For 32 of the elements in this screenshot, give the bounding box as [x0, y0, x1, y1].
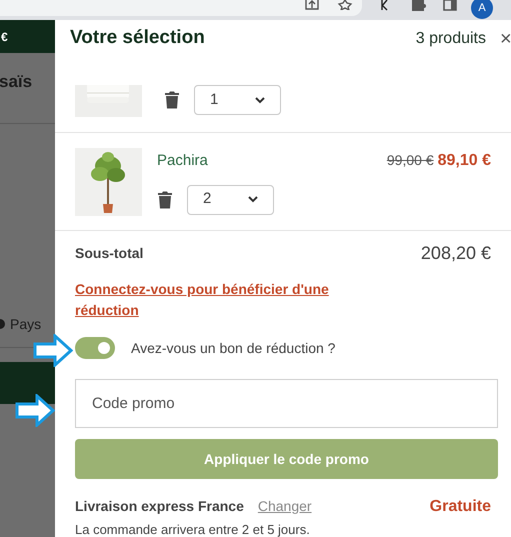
country-text: Pays — [10, 314, 42, 334]
profile-avatar[interactable]: A — [471, 0, 493, 19]
login-link[interactable]: Connectez-vous pour bénéficier d'une réduction — [75, 279, 375, 321]
share-icon[interactable] — [304, 0, 320, 10]
shipping-label: Livraison express France — [75, 497, 244, 516]
chevron-down-icon — [248, 196, 258, 203]
trash-icon[interactable] — [157, 190, 173, 208]
side-panel-icon[interactable] — [443, 0, 457, 11]
quantity-value: 2 — [203, 189, 212, 210]
chevron-down-icon — [255, 96, 265, 104]
old-price: 99,00 € — [386, 151, 434, 170]
quantity-value: 1 — [210, 90, 218, 110]
sale-price: 89,10 € — [438, 151, 491, 171]
puzzle-icon[interactable] — [411, 0, 426, 11]
cart-title: Votre sélection — [70, 26, 205, 50]
quantity-select[interactable]: 2 — [187, 184, 274, 214]
subtotal-label: Sous-total — [75, 244, 144, 263]
voucher-toggle[interactable] — [75, 337, 115, 359]
product-count: 3 produits — [416, 28, 486, 48]
change-link[interactable]: Changer — [258, 496, 312, 517]
banner — [0, 362, 55, 404]
price-text: € — [1, 28, 8, 46]
close-button[interactable]: × — [500, 28, 511, 48]
promo-code-field[interactable]: Code promo — [75, 379, 498, 428]
delivery-note: La commande arrivera entre 2 et 5 jours. — [75, 521, 311, 537]
subtotal-value: 208,20 € — [420, 242, 491, 265]
star-icon[interactable] — [337, 0, 353, 10]
product-name[interactable]: Pachira — [157, 150, 274, 172]
trash-icon[interactable] — [164, 91, 180, 109]
toggle-label: Avez-vous un bon de réduction ? — [131, 338, 336, 358]
quantity-select[interactable]: 1 — [194, 85, 281, 115]
shipping-price: Gratuite — [430, 497, 491, 517]
